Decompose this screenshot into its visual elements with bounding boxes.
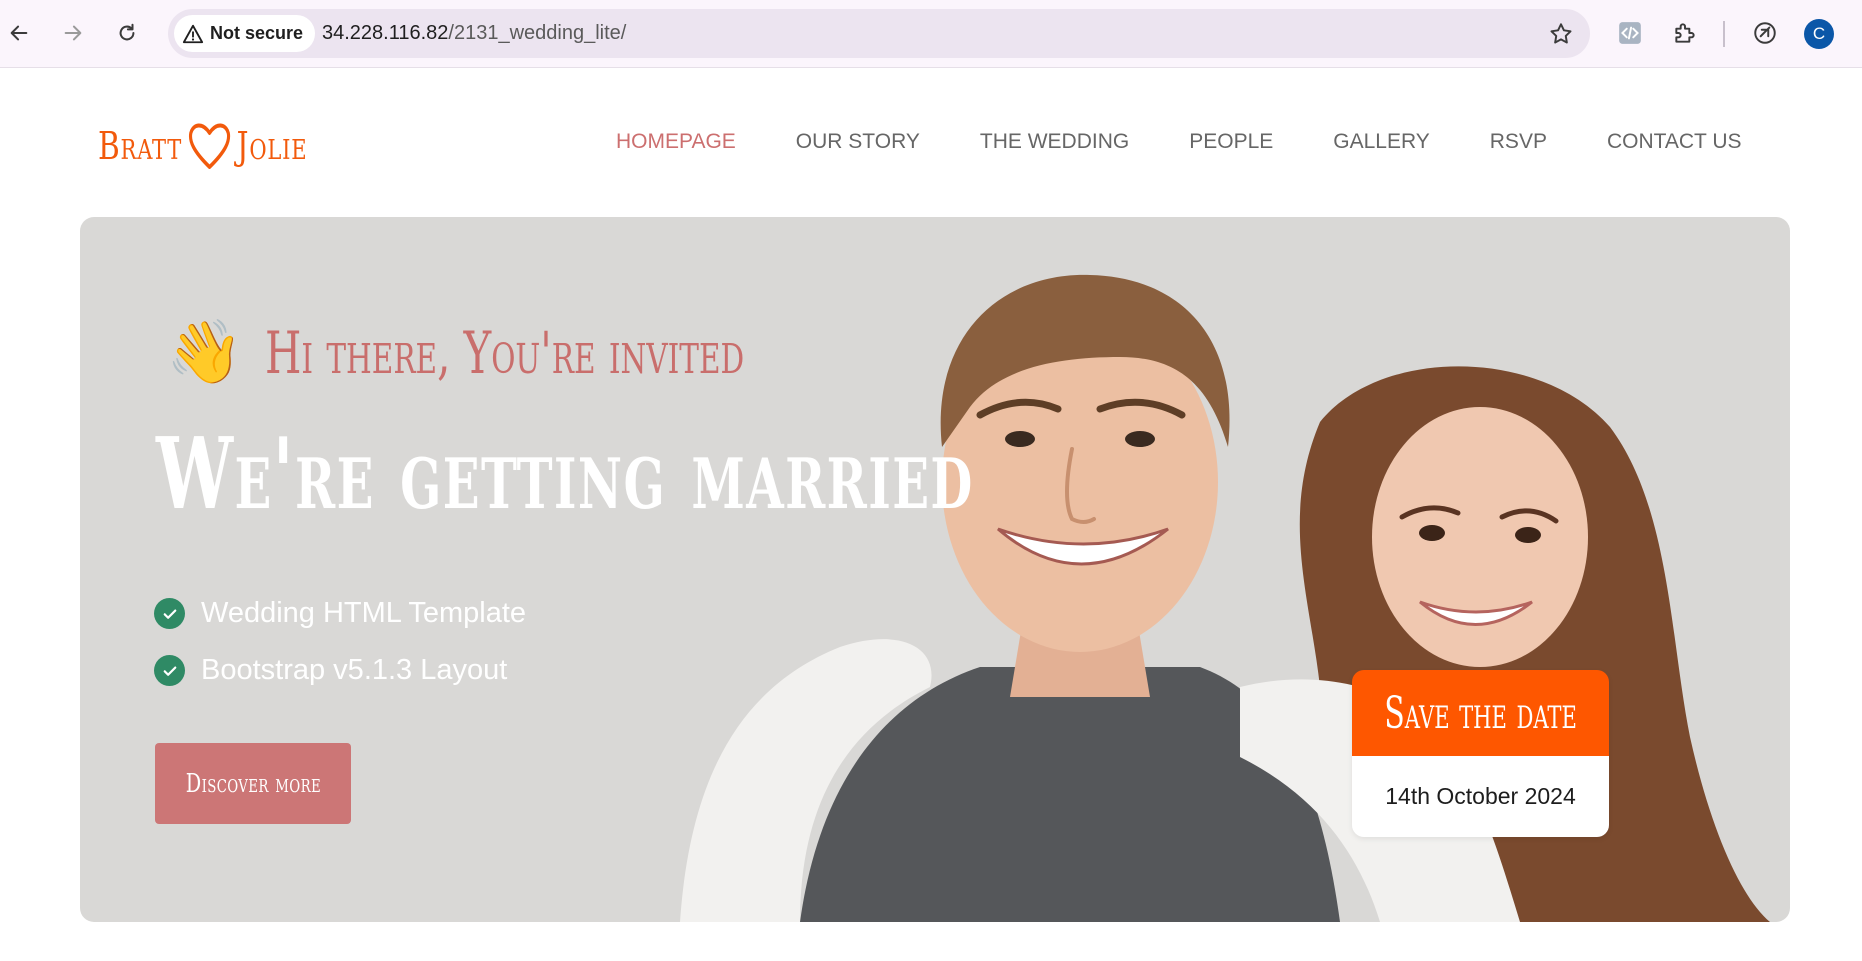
address-bar[interactable]: Not secure 34.228.116.82/2131_wedding_li… — [168, 9, 1590, 58]
reload-button[interactable] — [108, 14, 146, 52]
nav-gallery[interactable]: GALLERY — [1333, 130, 1430, 154]
back-arrow-icon — [10, 25, 28, 41]
reload-icon — [119, 23, 135, 41]
feature-item: Wedding HTML Template — [154, 585, 526, 642]
check-circle-icon — [154, 655, 185, 686]
profile-avatar[interactable]: C — [1804, 19, 1834, 49]
code-extension-icon — [1619, 22, 1641, 44]
code-extension-button[interactable] — [1613, 16, 1647, 50]
performance-button[interactable] — [1748, 16, 1782, 50]
feature-text: Bootstrap v5.1.3 Layout — [201, 654, 508, 686]
nav-rsvp[interactable]: RSVP — [1490, 130, 1547, 154]
save-the-date-card: Save the date 14th October 2024 — [1352, 670, 1609, 837]
security-label: Not secure — [210, 23, 304, 43]
url-path: /2131_wedding_lite/ — [448, 22, 627, 44]
extensions-button[interactable] — [1668, 16, 1702, 50]
warning-icon — [182, 24, 204, 43]
nav-the-wedding[interactable]: THE WEDDING — [980, 130, 1129, 154]
forward-arrow-icon — [64, 25, 82, 41]
heart-icon — [188, 123, 230, 169]
nav-homepage[interactable]: HOMEPAGE — [616, 130, 736, 154]
nav-contact-us[interactable]: CONTACT US — [1607, 130, 1742, 154]
main-nav: HOMEPAGE OUR STORY THE WEDDING PEOPLE GA… — [616, 130, 1742, 154]
save-the-date-title: Save the date — [1384, 687, 1577, 739]
toolbar-divider — [1723, 21, 1725, 47]
logo-left-name: Bratt — [98, 124, 183, 168]
site-security-chip[interactable]: Not secure — [174, 15, 316, 52]
hero-headline: We're getting married — [156, 417, 974, 532]
greeting: 👋 Hi there, You're invited — [166, 319, 931, 387]
logo-right-name: Jolie — [236, 124, 308, 168]
puzzle-extensions-icon — [1675, 23, 1695, 43]
waving-hand-icon: 👋 — [166, 318, 244, 387]
back-button[interactable] — [0, 14, 38, 52]
discover-more-label: Discover more — [185, 768, 321, 799]
browser-toolbar: Not secure 34.228.116.82/2131_wedding_li… — [0, 0, 1862, 68]
star-icon[interactable] — [1548, 21, 1574, 47]
url-text[interactable]: 34.228.116.82/2131_wedding_lite/ — [322, 22, 626, 45]
nav-our-story[interactable]: OUR STORY — [796, 130, 920, 154]
nav-people[interactable]: PEOPLE — [1189, 130, 1273, 154]
greeting-text: Hi there, You're invited — [265, 319, 745, 387]
check-circle-icon — [154, 598, 185, 629]
discover-more-button[interactable]: Discover more — [155, 743, 351, 824]
feature-list: Wedding HTML Template Bootstrap v5.1.3 L… — [154, 585, 526, 699]
performance-icon — [1754, 22, 1776, 44]
wedding-date: 14th October 2024 — [1352, 756, 1609, 837]
feature-item: Bootstrap v5.1.3 Layout — [154, 642, 526, 699]
save-the-date-header: Save the date — [1352, 670, 1609, 756]
hero-section: 👋 Hi there, You're invited We're getting… — [80, 217, 1790, 922]
forward-button[interactable] — [54, 14, 92, 52]
url-host: 34.228.116.82 — [322, 22, 449, 44]
feature-text: Wedding HTML Template — [201, 597, 527, 629]
site-logo[interactable]: Bratt Jolie — [98, 116, 307, 176]
